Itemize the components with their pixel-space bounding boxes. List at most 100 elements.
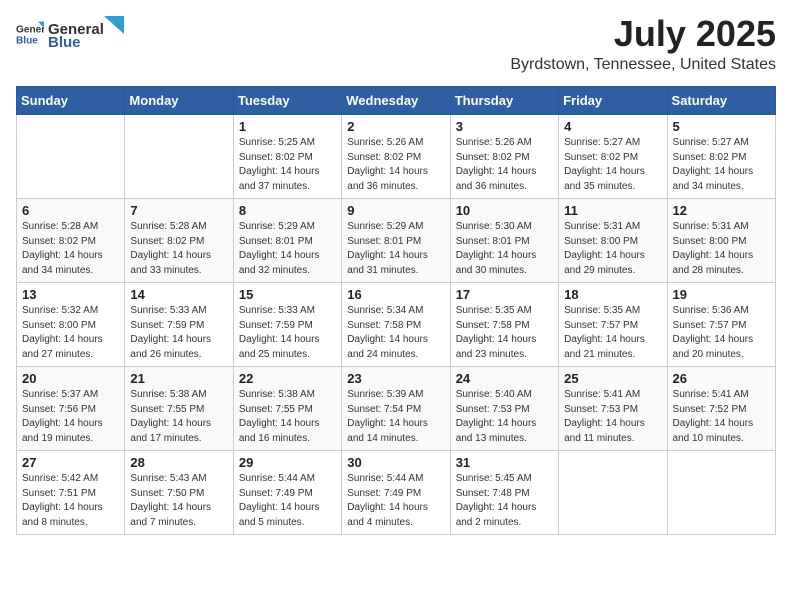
day-number: 6 [22, 203, 119, 218]
calendar-cell: 4 Sunrise: 5:27 AMSunset: 8:02 PMDaylight… [559, 115, 667, 199]
calendar-cell: 7 Sunrise: 5:28 AMSunset: 8:02 PMDaylight… [125, 199, 233, 283]
day-number: 26 [673, 371, 770, 386]
day-number: 22 [239, 371, 336, 386]
svg-text:Blue: Blue [16, 35, 38, 46]
day-info: Sunrise: 5:45 AMSunset: 7:48 PMDaylight:… [456, 472, 553, 530]
day-number: 11 [564, 203, 661, 218]
logo-triangle [104, 16, 124, 34]
calendar-cell: 14Sunrise: 5:33 AMSunset: 7:59 PMDayligh… [125, 283, 233, 367]
day-number: 10 [456, 203, 553, 218]
calendar-cell: 26 Sunrise: 5:41 AMSunset: 7:52 PMDayligh… [667, 367, 775, 451]
day-info: Sunrise: 5:39 AMSunset: 7:54 PMDaylight:… [347, 388, 444, 446]
day-info: Sunrise: 5:37 AMSunset: 7:56 PMDaylight:… [22, 388, 119, 446]
day-info: Sunrise: 5:41 AMSunset: 7:52 PMDaylight:… [673, 388, 770, 446]
day-number: 12 [673, 203, 770, 218]
calendar-cell: 16 Sunrise: 5:34 AMSunset: 7:58 PMDayligh… [342, 283, 450, 367]
day-number: 25 [564, 371, 661, 386]
day-number: 5 [673, 119, 770, 134]
week-row-5: 27 Sunrise: 5:42 AMSunset: 7:51 PMDayligh… [17, 451, 776, 535]
calendar-cell: 1 Sunrise: 5:25 AMSunset: 8:02 PMDaylight… [233, 115, 341, 199]
weekday-header-thursday: Thursday [450, 87, 558, 115]
calendar-cell: 23 Sunrise: 5:39 AMSunset: 7:54 PMDayligh… [342, 367, 450, 451]
calendar-cell: 12 Sunrise: 5:31 AMSunset: 8:00 PMDayligh… [667, 199, 775, 283]
day-number: 9 [347, 203, 444, 218]
calendar-cell: 8Sunrise: 5:29 AMSunset: 8:01 PMDaylight… [233, 199, 341, 283]
calendar-cell [125, 115, 233, 199]
calendar-cell: 2Sunrise: 5:26 AMSunset: 8:02 PMDaylight… [342, 115, 450, 199]
page-header: General Blue General Blue July 2025 Byrd… [16, 16, 776, 74]
day-info: Sunrise: 5:38 AMSunset: 7:55 PMDaylight:… [130, 388, 227, 446]
weekday-header-saturday: Saturday [667, 87, 775, 115]
calendar-cell [559, 451, 667, 535]
calendar-cell: 19 Sunrise: 5:36 AMSunset: 7:57 PMDayligh… [667, 283, 775, 367]
calendar-cell: 18Sunrise: 5:35 AMSunset: 7:57 PMDayligh… [559, 283, 667, 367]
day-number: 7 [130, 203, 227, 218]
day-number: 15 [239, 287, 336, 302]
day-info: Sunrise: 5:34 AMSunset: 7:58 PMDaylight:… [347, 304, 444, 362]
day-info: Sunrise: 5:33 AMSunset: 7:59 PMDaylight:… [239, 304, 336, 362]
day-info: Sunrise: 5:40 AMSunset: 7:53 PMDaylight:… [456, 388, 553, 446]
calendar-cell: 25 Sunrise: 5:41 AMSunset: 7:53 PMDayligh… [559, 367, 667, 451]
day-info: Sunrise: 5:44 AMSunset: 7:49 PMDaylight:… [347, 472, 444, 530]
weekday-header-tuesday: Tuesday [233, 87, 341, 115]
day-number: 1 [239, 119, 336, 134]
calendar-cell: 13Sunrise: 5:32 AMSunset: 8:00 PMDayligh… [17, 283, 125, 367]
calendar-cell: 20 Sunrise: 5:37 AMSunset: 7:56 PMDayligh… [17, 367, 125, 451]
weekday-header-row: SundayMondayTuesdayWednesdayThursdayFrid… [17, 87, 776, 115]
weekday-header-monday: Monday [125, 87, 233, 115]
day-number: 17 [456, 287, 553, 302]
day-info: Sunrise: 5:44 AMSunset: 7:49 PMDaylight:… [239, 472, 336, 530]
calendar-cell: 22 Sunrise: 5:38 AMSunset: 7:55 PMDayligh… [233, 367, 341, 451]
week-row-4: 20 Sunrise: 5:37 AMSunset: 7:56 PMDayligh… [17, 367, 776, 451]
day-info: Sunrise: 5:29 AMSunset: 8:01 PMDaylight:… [347, 220, 444, 278]
svg-text:General: General [16, 24, 44, 35]
day-number: 16 [347, 287, 444, 302]
day-info: Sunrise: 5:26 AMSunset: 8:02 PMDaylight:… [456, 136, 553, 194]
day-number: 13 [22, 287, 119, 302]
calendar-cell: 24 Sunrise: 5:40 AMSunset: 7:53 PMDayligh… [450, 367, 558, 451]
day-info: Sunrise: 5:25 AMSunset: 8:02 PMDaylight:… [239, 136, 336, 194]
day-number: 20 [22, 371, 119, 386]
title-block: July 2025 Byrdstown, Tennessee, United S… [510, 16, 776, 74]
day-info: Sunrise: 5:31 AMSunset: 8:00 PMDaylight:… [564, 220, 661, 278]
calendar-cell: 3 Sunrise: 5:26 AMSunset: 8:02 PMDaylight… [450, 115, 558, 199]
calendar-cell: 28Sunrise: 5:43 AMSunset: 7:50 PMDayligh… [125, 451, 233, 535]
location-title: Byrdstown, Tennessee, United States [510, 56, 776, 74]
day-info: Sunrise: 5:36 AMSunset: 7:57 PMDaylight:… [673, 304, 770, 362]
calendar-cell: 21Sunrise: 5:38 AMSunset: 7:55 PMDayligh… [125, 367, 233, 451]
calendar-cell: 31Sunrise: 5:45 AMSunset: 7:48 PMDayligh… [450, 451, 558, 535]
day-number: 19 [673, 287, 770, 302]
day-number: 23 [347, 371, 444, 386]
day-info: Sunrise: 5:27 AMSunset: 8:02 PMDaylight:… [673, 136, 770, 194]
day-info: Sunrise: 5:30 AMSunset: 8:01 PMDaylight:… [456, 220, 553, 278]
day-info: Sunrise: 5:27 AMSunset: 8:02 PMDaylight:… [564, 136, 661, 194]
weekday-header-sunday: Sunday [17, 87, 125, 115]
day-number: 18 [564, 287, 661, 302]
day-info: Sunrise: 5:33 AMSunset: 7:59 PMDaylight:… [130, 304, 227, 362]
calendar-cell: 9 Sunrise: 5:29 AMSunset: 8:01 PMDaylight… [342, 199, 450, 283]
day-number: 4 [564, 119, 661, 134]
day-number: 3 [456, 119, 553, 134]
day-info: Sunrise: 5:42 AMSunset: 7:51 PMDaylight:… [22, 472, 119, 530]
day-info: Sunrise: 5:31 AMSunset: 8:00 PMDaylight:… [673, 220, 770, 278]
day-number: 24 [456, 371, 553, 386]
day-info: Sunrise: 5:38 AMSunset: 7:55 PMDaylight:… [239, 388, 336, 446]
week-row-1: 1 Sunrise: 5:25 AMSunset: 8:02 PMDaylight… [17, 115, 776, 199]
calendar-cell: 10 Sunrise: 5:30 AMSunset: 8:01 PMDayligh… [450, 199, 558, 283]
calendar-cell: 6Sunrise: 5:28 AMSunset: 8:02 PMDaylight… [17, 199, 125, 283]
calendar-cell: 5 Sunrise: 5:27 AMSunset: 8:02 PMDaylight… [667, 115, 775, 199]
day-number: 30 [347, 455, 444, 470]
calendar-table: SundayMondayTuesdayWednesdayThursdayFrid… [16, 86, 776, 535]
week-row-2: 6 Sunrise: 5:28 AMSunset: 8:02 PMDaylight… [17, 199, 776, 283]
logo-icon: General Blue [16, 20, 44, 48]
calendar-cell [667, 451, 775, 535]
day-info: Sunrise: 5:26 AMSunset: 8:02 PMDaylight:… [347, 136, 444, 194]
calendar-cell: 29Sunrise: 5:44 AMSunset: 7:49 PMDayligh… [233, 451, 341, 535]
calendar-cell: 17 Sunrise: 5:35 AMSunset: 7:58 PMDayligh… [450, 283, 558, 367]
day-number: 27 [22, 455, 119, 470]
day-info: Sunrise: 5:43 AMSunset: 7:50 PMDaylight:… [130, 472, 227, 530]
week-row-3: 13Sunrise: 5:32 AMSunset: 8:00 PMDayligh… [17, 283, 776, 367]
day-info: Sunrise: 5:41 AMSunset: 7:53 PMDaylight:… [564, 388, 661, 446]
day-info: Sunrise: 5:35 AMSunset: 7:58 PMDaylight:… [456, 304, 553, 362]
day-info: Sunrise: 5:28 AMSunset: 8:02 PMDaylight:… [130, 220, 227, 278]
